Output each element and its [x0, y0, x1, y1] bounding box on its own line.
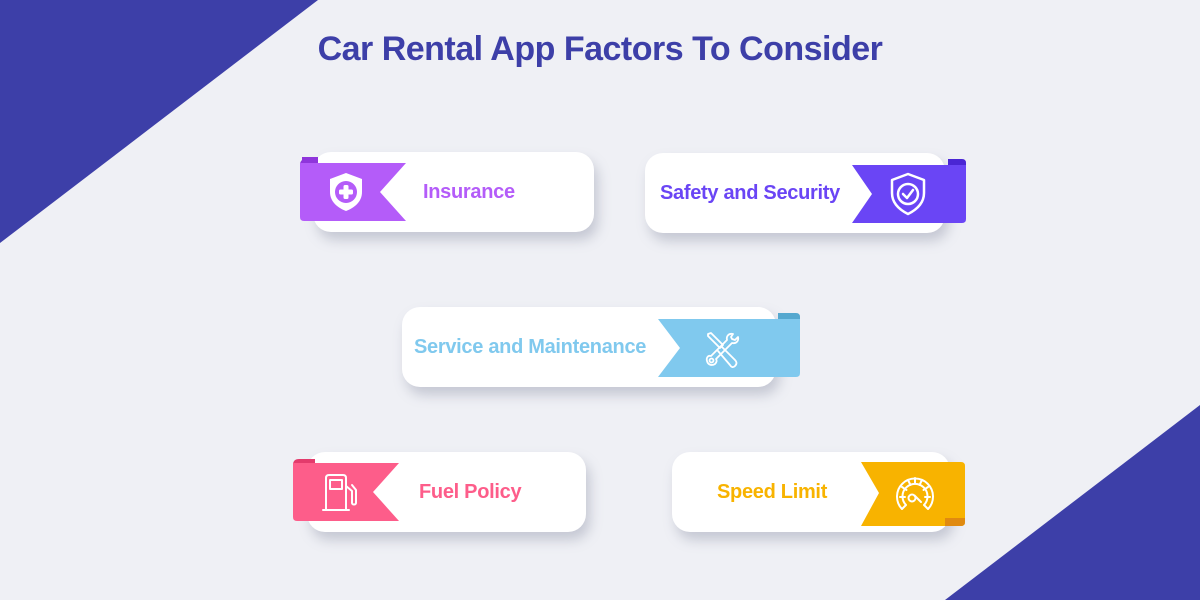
shield-plus-icon	[324, 170, 368, 219]
bottom-right-triangle	[945, 405, 1200, 600]
factor-label: Insurance	[423, 181, 515, 203]
wrench-screwdriver-icon	[703, 330, 743, 375]
speedometer-icon	[892, 471, 938, 522]
fuel-pump-icon	[321, 472, 361, 519]
factor-label: Fuel Policy	[419, 481, 522, 503]
factor-label: Service and Maintenance	[414, 336, 647, 358]
shield-check-icon	[886, 171, 930, 222]
page-title: Car Rental App Factors To Consider	[317, 30, 883, 68]
factor-label: Speed Limit	[717, 481, 828, 503]
decorative-corners	[0, 0, 1200, 600]
factor-label: Safety and Security	[660, 182, 840, 204]
